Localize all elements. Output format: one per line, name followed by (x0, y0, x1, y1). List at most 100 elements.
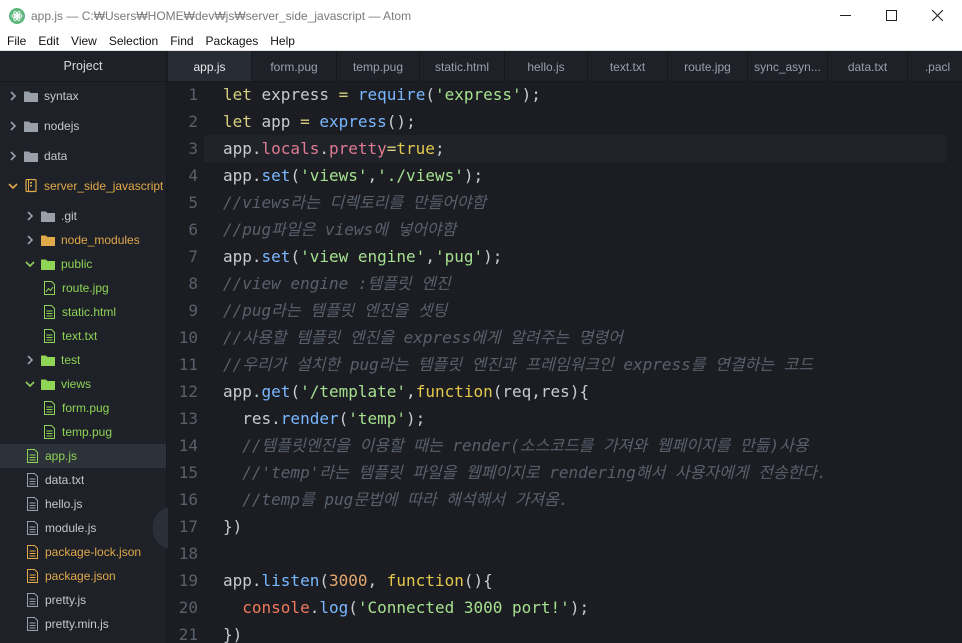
tab-pacl[interactable]: .pacl (908, 51, 962, 81)
code-line[interactable]: //우리가 설치한 pug라는 템플릿 엔진과 프레임워크인 express를 … (223, 351, 813, 378)
line-number: 20 (178, 598, 198, 617)
tree-item-views[interactable]: views (0, 372, 166, 396)
code-line[interactable]: //temp를 pug문법에 따라 해석해서 가져옴. (223, 486, 568, 513)
chevron-right-icon[interactable] (25, 235, 35, 245)
tree-item-app-js[interactable]: app.js (0, 444, 166, 468)
code-token: , (367, 571, 387, 590)
tree-item-route-jpg[interactable]: route.jpg (0, 276, 166, 300)
code-line[interactable]: //pug파일은 views에 넣어야함 (223, 216, 456, 243)
tab-route-jpg[interactable]: route.jpg (668, 51, 748, 81)
folder-icon (41, 377, 55, 391)
menu-selection[interactable]: Selection (103, 34, 164, 48)
menu-help[interactable]: Help (264, 34, 301, 48)
code-editor[interactable]: 1 let express = require('express'); 2 let a… (168, 82, 962, 643)
tree-item-package-json[interactable]: package.json (0, 564, 166, 588)
code-token: 'temp' (348, 409, 407, 428)
tree-item-git[interactable]: .git (0, 204, 166, 228)
code-token: }) (223, 625, 243, 643)
tree-item-label: node_modules (61, 233, 140, 247)
code-line[interactable]: let express = require('express'); (223, 82, 541, 108)
close-button[interactable] (914, 0, 960, 31)
code-token: locals (261, 139, 320, 158)
line-number: 18 (178, 544, 198, 563)
tab-label: hello.js (527, 59, 565, 74)
code-line[interactable]: //view engine :템플릿 엔진 (223, 270, 451, 297)
code-line[interactable]: }) (223, 513, 242, 540)
tree-item-package-lock-json[interactable]: package-lock.json (0, 540, 166, 564)
tree-item-pretty-js[interactable]: pretty.js (0, 588, 166, 612)
chevron-right-icon[interactable] (25, 355, 35, 365)
tab-hello-js[interactable]: hello.js (505, 51, 588, 81)
menu-edit[interactable]: Edit (32, 34, 65, 48)
chevron-right-icon[interactable] (8, 91, 18, 101)
tree-item-data-txt[interactable]: data.txt (0, 468, 166, 492)
chevron-down-icon[interactable] (8, 181, 18, 191)
code-token: let (223, 85, 252, 104)
code-line[interactable]: app.set('views','./views'); (223, 162, 483, 189)
tree-item-static-html[interactable]: static.html (0, 300, 166, 324)
tab-form-pug[interactable]: form.pug (252, 51, 337, 81)
tab-text-txt[interactable]: text.txt (588, 51, 668, 81)
tab-app-js[interactable]: app.js (168, 51, 252, 81)
tree-item-module-js[interactable]: module.js (0, 516, 166, 540)
tree-item-label: hello.js (45, 497, 83, 511)
tree-item-public[interactable]: public (0, 252, 166, 276)
chevron-right-icon[interactable] (8, 121, 18, 131)
tree-item-pretty-min-js[interactable]: pretty.min.js (0, 612, 166, 636)
menu-find[interactable]: Find (164, 34, 199, 48)
tree-item-label: app.js (45, 449, 78, 463)
tree-item-form-pug[interactable]: form.pug (0, 396, 166, 420)
line-number: 15 (178, 463, 198, 482)
tab-sync-asyn[interactable]: sync_asyn... (748, 51, 828, 81)
tree-item-hello-js[interactable]: hello.js (0, 492, 166, 516)
chevron-right-icon[interactable] (8, 151, 18, 161)
minimize-button[interactable] (822, 0, 868, 31)
tree-item-nodejs[interactable]: nodejs (0, 114, 166, 138)
code-line[interactable]: //템플릿엔진을 이용할 때는 render(소스코드를 가져와 웹페이지를 만… (223, 432, 808, 459)
tree-item-node-modules[interactable]: node_modules (0, 228, 166, 252)
maximize-button[interactable] (868, 0, 914, 31)
code-line[interactable]: }) (223, 621, 242, 643)
code-token: app. (223, 382, 262, 401)
tree-item-label: static.html (62, 305, 117, 319)
image-file-icon (42, 281, 56, 295)
file-icon (25, 521, 39, 535)
tree-item-text-txt[interactable]: text.txt (0, 324, 166, 348)
tree-item-data[interactable]: data (0, 144, 166, 168)
code-token: ); (406, 409, 426, 428)
file-icon (42, 305, 56, 319)
code-line[interactable]: //pug라는 템플릿 엔진을 셋팅 (223, 297, 447, 324)
menu-file[interactable]: File (0, 34, 32, 48)
code-token: ( (290, 247, 301, 266)
file-icon (25, 593, 39, 607)
code-line[interactable]: app.get('/template',function(req,res){ (223, 378, 589, 405)
title-bar: app.js — C:₩Users₩HOME₩dev₩js₩server_sid… (0, 0, 962, 31)
tree-item-server-side-javascript[interactable]: server_side_javascript (0, 174, 166, 198)
tab-temp-pug[interactable]: temp.pug (337, 51, 420, 81)
tab-label: form.pug (270, 59, 318, 74)
code-line[interactable]: app.listen(3000, function(){ (223, 567, 493, 594)
chevron-down-icon[interactable] (25, 379, 35, 389)
tree-item-temp-pug[interactable]: temp.pug (0, 420, 166, 444)
menu-view[interactable]: View (65, 34, 103, 48)
menu-packages[interactable]: Packages (200, 34, 265, 48)
tree-item-label: server_side_javascript (44, 179, 164, 193)
tab-static-html[interactable]: static.html (420, 51, 505, 81)
code-line[interactable]: let app = express(); (223, 108, 416, 135)
repository-icon (24, 179, 38, 193)
chevron-right-icon[interactable] (25, 211, 35, 221)
code-token: listen (261, 571, 320, 590)
code-line[interactable]: //사용할 템플릿 엔진을 express에게 알려주는 명령어 (223, 324, 623, 351)
code-token: 'views' (300, 166, 368, 185)
code-line[interactable]: app.locals.pretty=true; (223, 135, 445, 162)
code-line[interactable]: res.render('temp'); (223, 405, 425, 432)
code-line[interactable]: //'temp'라는 템플릿 파일을 웹페이지로 rendering해서 사용자… (223, 459, 826, 486)
tab-data-txt[interactable]: data.txt (828, 51, 908, 81)
tree-item-test[interactable]: test (0, 348, 166, 372)
code-line[interactable]: console.log('Connected 3000 port!'); (223, 594, 589, 621)
code-line[interactable]: //views라는 디렉토리를 만들어야함 (223, 189, 486, 216)
chevron-down-icon[interactable] (25, 259, 35, 269)
tree-item-syntax[interactable]: syntax (0, 84, 166, 108)
code-line[interactable]: app.set('view engine','pug'); (223, 243, 502, 270)
